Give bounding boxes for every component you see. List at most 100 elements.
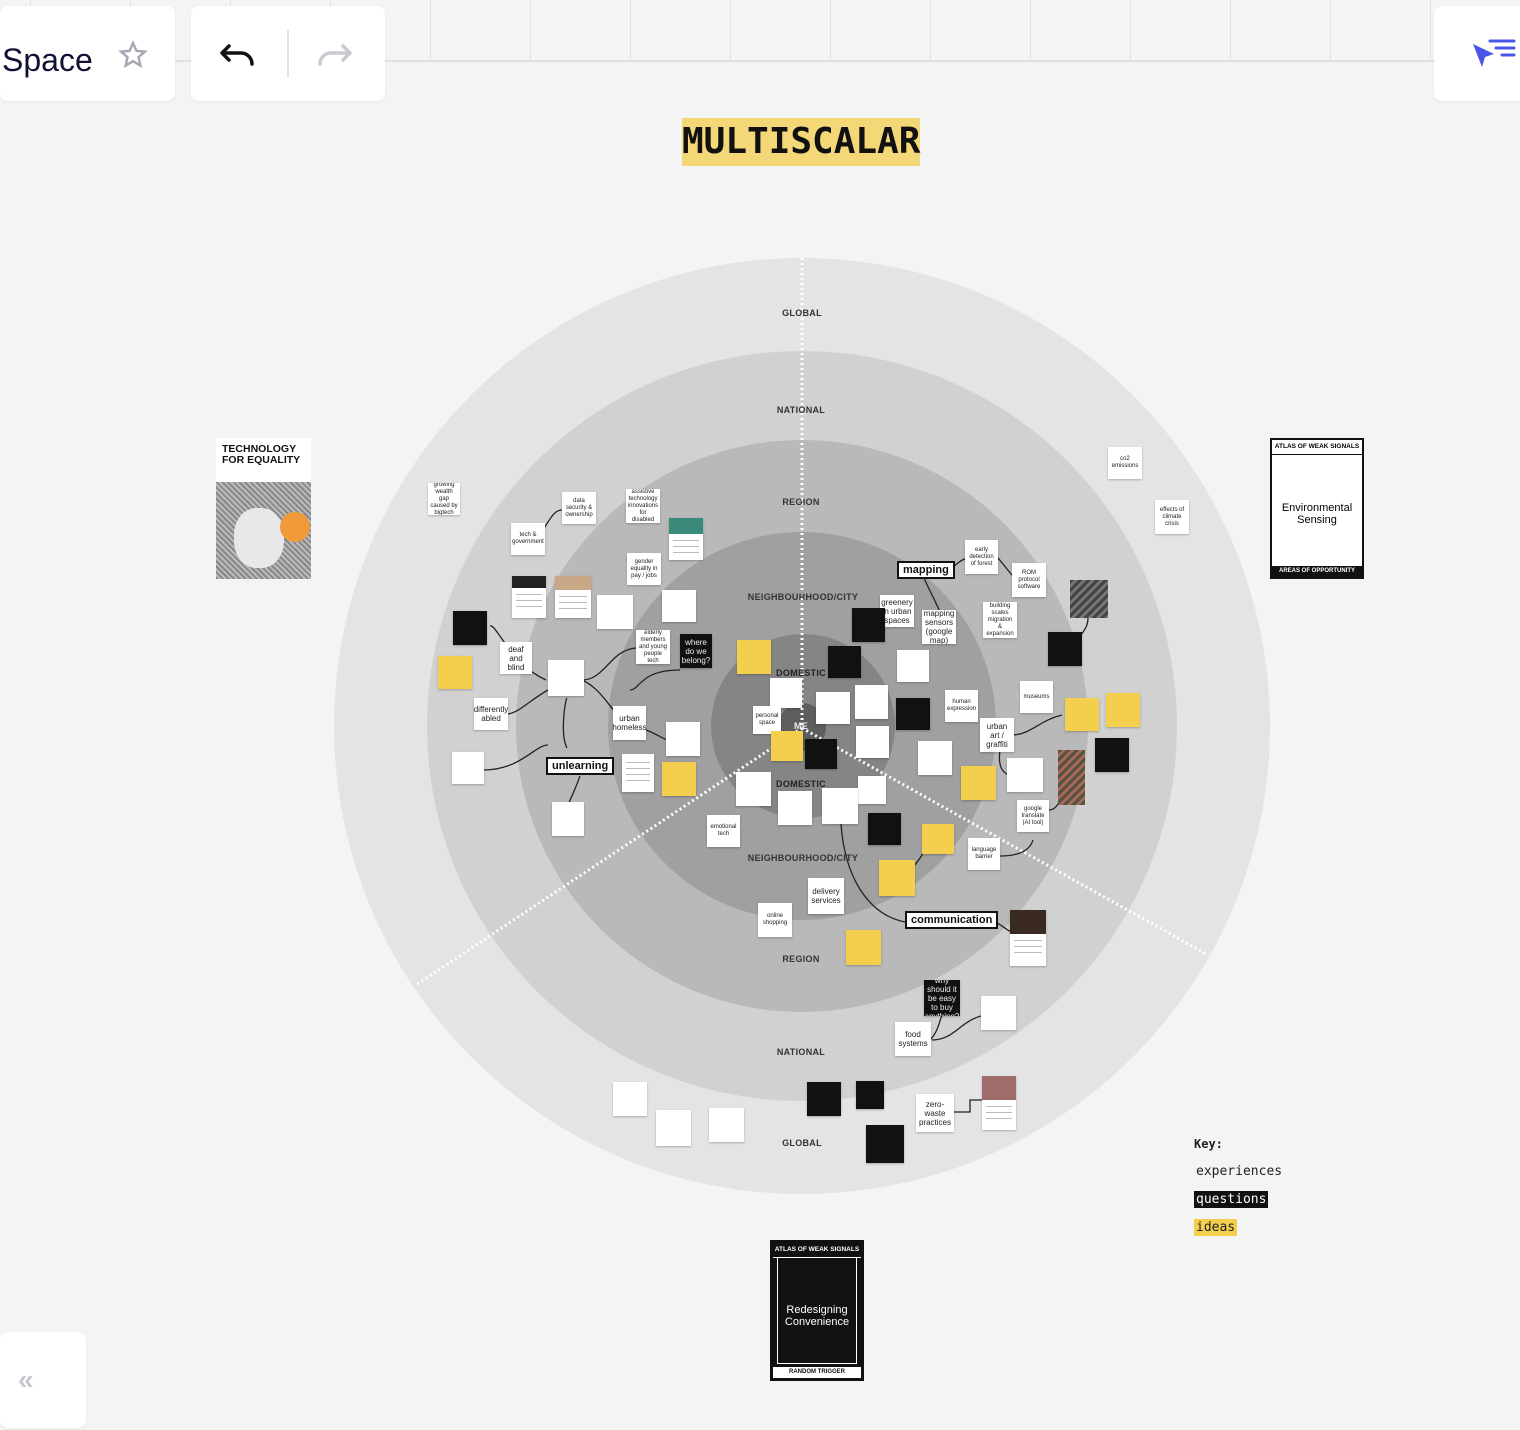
idea-note[interactable] <box>922 824 954 854</box>
article-image[interactable] <box>1010 910 1046 966</box>
question-note[interactable] <box>868 813 901 845</box>
sticky-note[interactable]: ROM protocol software <box>1012 563 1046 597</box>
question-note[interactable] <box>805 739 837 769</box>
sticky-note[interactable] <box>1007 758 1043 792</box>
sticky-note[interactable]: food systems <box>895 1022 931 1056</box>
sticky-note[interactable]: growing wealth gap caused by bigtech <box>428 483 460 515</box>
question-note[interactable] <box>852 608 885 642</box>
sticky-note[interactable] <box>858 776 886 804</box>
idea-note[interactable] <box>879 860 915 896</box>
idea-note[interactable] <box>846 930 881 965</box>
technology-for-equality-card[interactable]: TECHNOLOGY FOR EQUALITY <box>216 438 311 579</box>
redesigning-convenience-card[interactable]: ATLAS OF WEAK SIGNALS Redesigning Conven… <box>770 1240 864 1381</box>
idea-note[interactable] <box>438 656 472 689</box>
sticky-note[interactable] <box>770 678 802 708</box>
sticky-note[interactable] <box>822 788 858 824</box>
key-ideas: ideas <box>1194 1219 1238 1236</box>
sticky-note[interactable] <box>778 791 812 825</box>
article-image[interactable] <box>555 576 591 618</box>
portrait-image <box>234 508 284 568</box>
tag-communication[interactable]: communication <box>905 911 999 929</box>
sticky-note[interactable]: zero-waste practices <box>916 1094 954 1132</box>
sticky-note[interactable]: google translate (AI tool) <box>1017 800 1049 832</box>
sticky-note[interactable]: elderly members and young people tech <box>636 630 670 664</box>
sticky-note[interactable] <box>656 1110 691 1146</box>
sticky-note[interactable]: deaf and blind <box>500 642 532 674</box>
sticky-note[interactable]: early detection of forest <box>965 540 998 574</box>
key-title: Key: <box>1194 1137 1223 1151</box>
idea-note[interactable] <box>1106 693 1140 727</box>
sticky-note[interactable]: building scales migration & expansion <box>983 602 1017 638</box>
tag-unlearning[interactable]: unlearning <box>546 757 615 775</box>
sticky-note[interactable] <box>897 650 929 682</box>
sticky-note[interactable] <box>981 996 1016 1030</box>
question-note[interactable]: why should it be easy to buy anything? <box>924 980 960 1016</box>
sticky-note[interactable]: co2 emissions <box>1108 447 1142 479</box>
idea-note[interactable] <box>1065 698 1099 731</box>
question-note[interactable] <box>828 646 861 678</box>
sticky-note[interactable]: urban art / graffiti <box>980 718 1014 752</box>
sticky-note[interactable]: personal space <box>753 706 781 734</box>
question-note[interactable] <box>1048 632 1082 666</box>
sticky-note[interactable]: data security & ownership <box>562 492 596 524</box>
sticky-note[interactable]: effects of climate crisis <box>1155 500 1189 534</box>
question-note[interactable] <box>807 1082 841 1116</box>
sticky-note[interactable] <box>662 590 696 622</box>
idea-note[interactable] <box>662 762 696 796</box>
sticky-note[interactable]: urban homeless <box>613 706 646 740</box>
sticky-note[interactable] <box>548 660 584 696</box>
sticky-note[interactable]: language barrier <box>968 838 1000 870</box>
card-header: ATLAS OF WEAK SIGNALS <box>1272 440 1362 455</box>
article-image[interactable] <box>982 1076 1016 1130</box>
sticky-note[interactable] <box>856 726 889 758</box>
graffiti-photo[interactable] <box>1058 750 1085 805</box>
sticky-note[interactable] <box>452 752 484 784</box>
card-title: TECHNOLOGY FOR EQUALITY <box>222 443 301 466</box>
sticky-note[interactable] <box>552 802 584 836</box>
badge-icon <box>280 512 310 542</box>
question-note[interactable] <box>896 698 930 730</box>
portrait-photo[interactable] <box>1070 580 1108 618</box>
sticky-note[interactable] <box>613 1082 647 1116</box>
sticky-note[interactable]: tech & government <box>511 523 545 555</box>
label-national-bottom: NATIONAL <box>776 1047 826 1057</box>
sticky-note[interactable] <box>736 772 771 806</box>
sticky-note[interactable] <box>666 722 700 756</box>
tag-mapping[interactable]: mapping <box>897 561 955 579</box>
idea-note[interactable] <box>961 766 996 800</box>
key-experiences: experiences <box>1196 1164 1283 1179</box>
idea-note[interactable] <box>737 640 771 674</box>
label-national-top: NATIONAL <box>776 405 826 415</box>
question-note[interactable] <box>856 1081 884 1109</box>
label-neighbourhood-top: NEIGHBOURHOOD/CITY <box>747 592 859 602</box>
sticky-note[interactable] <box>918 741 952 775</box>
question-note[interactable] <box>453 611 487 645</box>
sticky-note[interactable]: emotional tech <box>707 815 740 847</box>
question-note[interactable]: where do we belong? <box>680 634 712 668</box>
article-image[interactable] <box>512 576 546 618</box>
sticky-note[interactable]: human expression <box>945 690 978 722</box>
question-note[interactable] <box>866 1125 904 1163</box>
label-global-bottom: GLOBAL <box>782 1138 822 1148</box>
sticky-note[interactable]: online shopping <box>758 903 792 937</box>
sticky-note[interactable]: gender equality in pay / jobs <box>627 553 661 585</box>
label-global-top: GLOBAL <box>782 308 822 318</box>
sticky-note[interactable]: museums <box>1020 681 1053 713</box>
question-note[interactable] <box>1095 738 1129 772</box>
key-questions: questions <box>1194 1191 1269 1208</box>
environmental-sensing-card[interactable]: ATLAS OF WEAK SIGNALS Environmental Sens… <box>1270 438 1364 579</box>
article-image[interactable] <box>622 754 654 792</box>
article-image[interactable] <box>669 518 703 560</box>
sticky-note[interactable]: greenery in urban spaces <box>880 595 914 627</box>
label-neighbourhood-bottom: NEIGHBOURHOOD/CITY <box>747 853 859 863</box>
sticky-note[interactable]: assistive technology innovations for dis… <box>626 489 660 523</box>
sticky-note[interactable] <box>816 692 850 724</box>
card-title: Redesigning Convenience <box>784 1303 850 1328</box>
idea-note[interactable] <box>771 731 803 761</box>
sticky-note[interactable]: delivery services <box>808 878 844 914</box>
sticky-note[interactable]: differently abled <box>474 698 508 730</box>
sticky-note[interactable] <box>855 685 888 719</box>
sticky-note[interactable] <box>709 1108 744 1142</box>
sticky-note[interactable] <box>597 595 633 629</box>
sticky-note[interactable]: mapping sensors (google map) <box>922 610 956 644</box>
